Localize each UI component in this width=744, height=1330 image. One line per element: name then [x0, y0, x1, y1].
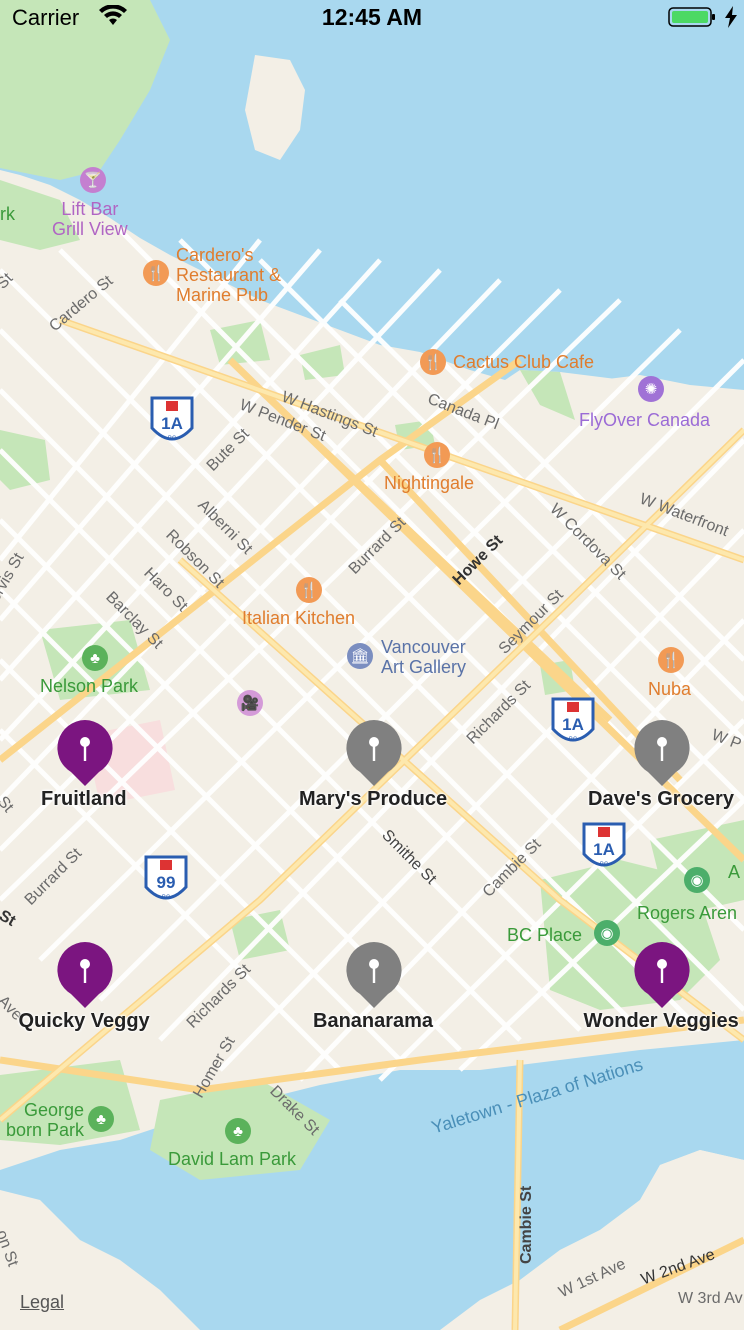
poi-david-lam-park[interactable]: David Lam Park	[168, 1149, 296, 1169]
pin-marker-icon	[634, 720, 690, 786]
pin-marker-icon	[634, 942, 690, 1008]
pin-marker-icon	[346, 720, 402, 786]
map-pin[interactable]	[55, 940, 115, 1012]
restaurant-icon[interactable]: 🍴	[658, 647, 684, 673]
poi-nuba[interactable]: Nuba	[648, 679, 691, 699]
map-pin-label[interactable]: Wonder Veggies	[584, 1010, 739, 1033]
ferris-wheel-icon[interactable]: ✺	[638, 376, 664, 402]
status-bar: Carrier 12:45 AM	[0, 0, 744, 36]
svg-text:1A: 1A	[562, 715, 584, 734]
museum-icon[interactable]: 🏛	[347, 643, 373, 669]
stadium-icon[interactable]: ◉	[594, 920, 620, 946]
map-pin[interactable]	[344, 718, 404, 790]
pin-marker-icon	[346, 942, 402, 1008]
poi-flyover[interactable]: FlyOver Canada	[579, 410, 710, 430]
poi-art-gallery[interactable]: Vancouver Art Gallery	[381, 637, 466, 677]
poi-park-left: rk	[0, 204, 15, 224]
svg-text:99: 99	[157, 873, 176, 892]
poi-a-right: A	[728, 862, 741, 882]
map-pin[interactable]	[344, 940, 404, 1012]
map-pin-label[interactable]: Mary's Produce	[299, 788, 447, 811]
poi-nelson-park[interactable]: Nelson Park	[40, 676, 138, 696]
tree-icon[interactable]: ♣	[82, 645, 108, 671]
poi-bc-place[interactable]: BC Place	[507, 925, 582, 945]
highway-shield-icon: 1A BC	[150, 396, 194, 442]
svg-text:BC: BC	[168, 436, 177, 442]
poi-nightingale[interactable]: Nightingale	[384, 473, 474, 493]
clock: 12:45 AM	[321, 4, 423, 30]
restaurant-icon[interactable]: 🍴	[296, 577, 322, 603]
charging-bolt-icon	[725, 6, 737, 28]
pin-marker-icon	[57, 720, 113, 786]
restaurant-icon[interactable]: 🍴	[143, 260, 169, 286]
tree-icon[interactable]: ♣	[225, 1118, 251, 1144]
street-w3rd: W 3rd Av	[678, 1290, 743, 1307]
svg-text:BC: BC	[600, 862, 609, 868]
poi-cardero[interactable]: Cardero's Restaurant & Marine Pub	[176, 245, 281, 305]
street-cambie-bridge: Cambie St	[518, 1185, 535, 1264]
theater-icon[interactable]: 🎥	[237, 690, 263, 716]
bar-icon[interactable]: 🍸	[80, 167, 106, 193]
restaurant-icon[interactable]: 🍴	[424, 442, 450, 468]
pin-marker-icon	[57, 942, 113, 1008]
svg-text:BC: BC	[162, 895, 171, 901]
map-pin-label[interactable]: Quicky Veggy	[19, 1010, 150, 1033]
map-pin[interactable]	[632, 940, 692, 1012]
svg-text:1A: 1A	[161, 414, 183, 433]
map-pin-label[interactable]: Dave's Grocery	[588, 788, 734, 811]
poi-cactus-club[interactable]: Cactus Club Cafe	[453, 352, 594, 372]
stadium-icon[interactable]: ◉	[684, 867, 710, 893]
highway-shield-icon: 1A BC	[582, 822, 626, 868]
svg-text:BC: BC	[569, 737, 578, 743]
map-pin[interactable]	[55, 718, 115, 790]
restaurant-icon[interactable]: 🍴	[420, 349, 446, 375]
map-pin-label[interactable]: Fruitland	[41, 788, 127, 811]
map-pin-label[interactable]: Bananarama	[313, 1010, 433, 1033]
battery-icon	[668, 7, 715, 27]
map-pin[interactable]	[632, 718, 692, 790]
poi-george-park[interactable]: George born Park	[0, 1100, 84, 1140]
poi-lift-bar[interactable]: Lift Bar Grill View	[52, 199, 128, 239]
svg-text:1A: 1A	[593, 840, 615, 859]
legal-link[interactable]: Legal	[20, 1292, 64, 1313]
poi-rogers-arena[interactable]: Rogers Aren	[637, 903, 737, 923]
highway-shield-icon: 99 BC	[144, 855, 188, 901]
highway-shield-icon: 1A BC	[551, 697, 595, 743]
tree-icon[interactable]: ♣	[88, 1106, 114, 1132]
poi-italian-kitchen[interactable]: Italian Kitchen	[242, 608, 355, 628]
